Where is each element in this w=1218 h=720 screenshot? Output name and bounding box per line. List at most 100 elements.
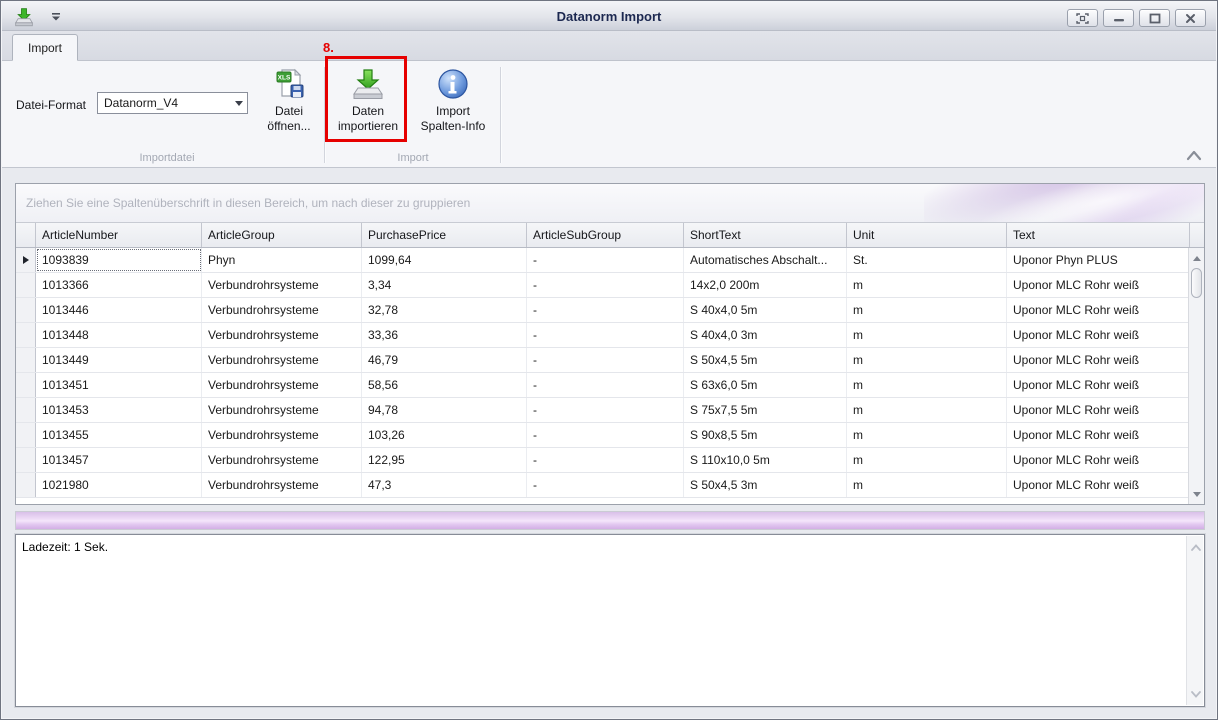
cell-ArticleNumber[interactable]: 1021980 xyxy=(36,473,202,497)
cell-Unit[interactable]: St. xyxy=(847,248,1007,272)
import-data-button[interactable]: Daten importieren xyxy=(331,63,405,153)
cell-Unit[interactable]: m xyxy=(847,298,1007,322)
cell-Text[interactable]: Uponor MLC Rohr weiß xyxy=(1007,448,1190,472)
cell-Text[interactable]: Uponor MLC Rohr weiß xyxy=(1007,298,1190,322)
table-row[interactable]: 1013451Verbundrohrsysteme58,56-S 63x6,0 … xyxy=(16,373,1204,398)
table-row[interactable]: 1013453Verbundrohrsysteme94,78-S 75x7,5 … xyxy=(16,398,1204,423)
cell-ArticleSubGroup[interactable]: - xyxy=(527,348,684,372)
cell-Unit[interactable]: m xyxy=(847,323,1007,347)
chevron-up-icon[interactable] xyxy=(1186,149,1202,162)
column-header-ShortText[interactable]: ShortText xyxy=(684,223,847,247)
cell-Unit[interactable]: m xyxy=(847,448,1007,472)
open-file-button[interactable]: XLS Datei öffnen... xyxy=(254,63,324,153)
cell-ArticleSubGroup[interactable]: - xyxy=(527,298,684,322)
scroll-down-button[interactable] xyxy=(1188,687,1203,701)
cell-ArticleNumber[interactable]: 1013457 xyxy=(36,448,202,472)
column-header-ArticleNumber[interactable]: ArticleNumber xyxy=(36,223,202,247)
cell-ArticleSubGroup[interactable]: - xyxy=(527,473,684,497)
cell-ArticleGroup[interactable]: Verbundrohrsysteme xyxy=(202,348,362,372)
cell-Text[interactable]: Uponor MLC Rohr weiß xyxy=(1007,273,1190,297)
column-header-ArticleGroup[interactable]: ArticleGroup xyxy=(202,223,362,247)
cell-ShortText[interactable]: S 90x8,5 5m xyxy=(684,423,847,447)
cell-ArticleGroup[interactable]: Verbundrohrsysteme xyxy=(202,373,362,397)
column-header-PurchasePrice[interactable]: PurchasePrice xyxy=(362,223,527,247)
cell-Text[interactable]: Uponor MLC Rohr weiß xyxy=(1007,473,1190,497)
column-header-ArticleSubGroup[interactable]: ArticleSubGroup xyxy=(527,223,684,247)
scroll-up-button[interactable] xyxy=(1188,540,1203,554)
cell-PurchasePrice[interactable]: 46,79 xyxy=(362,348,527,372)
cell-ArticleSubGroup[interactable]: - xyxy=(527,323,684,347)
cell-Unit[interactable]: m xyxy=(847,398,1007,422)
cell-ArticleSubGroup[interactable]: - xyxy=(527,248,684,272)
table-row[interactable]: 1013449Verbundrohrsysteme46,79-S 50x4,5 … xyxy=(16,348,1204,373)
cell-ShortText[interactable]: S 63x6,0 5m xyxy=(684,373,847,397)
cell-ShortText[interactable]: S 75x7,5 5m xyxy=(684,398,847,422)
cell-ShortText[interactable]: 14x2,0 200m xyxy=(684,273,847,297)
cell-Text[interactable]: Uponor MLC Rohr weiß xyxy=(1007,423,1190,447)
log-vertical-scrollbar[interactable] xyxy=(1186,536,1203,705)
cell-ShortText[interactable]: S 40x4,0 5m xyxy=(684,298,847,322)
cell-PurchasePrice[interactable]: 122,95 xyxy=(362,448,527,472)
cell-ShortText[interactable]: S 50x4,5 3m xyxy=(684,473,847,497)
column-header-Unit[interactable]: Unit xyxy=(847,223,1007,247)
cell-ArticleSubGroup[interactable]: - xyxy=(527,448,684,472)
cell-ArticleNumber[interactable]: 1013448 xyxy=(36,323,202,347)
cell-ArticleGroup[interactable]: Verbundrohrsysteme xyxy=(202,298,362,322)
cell-PurchasePrice[interactable]: 33,36 xyxy=(362,323,527,347)
cell-ArticleNumber[interactable]: 1013366 xyxy=(36,273,202,297)
column-header-Text[interactable]: Text xyxy=(1007,223,1190,247)
group-by-panel[interactable]: Ziehen Sie eine Spaltenüberschrift in di… xyxy=(16,184,1204,223)
cell-ArticleGroup[interactable]: Verbundrohrsysteme xyxy=(202,448,362,472)
table-row[interactable]: 1093839Phyn1099,64-Automatisches Abschal… xyxy=(16,248,1204,273)
combo-dropdown-button[interactable] xyxy=(231,93,247,113)
cell-PurchasePrice[interactable]: 94,78 xyxy=(362,398,527,422)
scroll-up-button[interactable] xyxy=(1189,250,1204,266)
cell-Unit[interactable]: m xyxy=(847,473,1007,497)
cell-Unit[interactable]: m xyxy=(847,423,1007,447)
cell-ArticleSubGroup[interactable]: - xyxy=(527,398,684,422)
cell-ArticleNumber[interactable]: 1093839 xyxy=(36,248,202,272)
cell-Text[interactable]: Uponor MLC Rohr weiß xyxy=(1007,398,1190,422)
cell-Text[interactable]: Uponor Phyn PLUS xyxy=(1007,248,1190,272)
cell-ShortText[interactable]: S 40x4,0 3m xyxy=(684,323,847,347)
cell-ArticleNumber[interactable]: 1013453 xyxy=(36,398,202,422)
close-button[interactable] xyxy=(1175,9,1206,27)
table-row[interactable]: 1013455Verbundrohrsysteme103,26-S 90x8,5… xyxy=(16,423,1204,448)
cell-ShortText[interactable]: S 110x10,0 5m xyxy=(684,448,847,472)
cell-Text[interactable]: Uponor MLC Rohr weiß xyxy=(1007,323,1190,347)
tab-import[interactable]: Import xyxy=(12,34,78,61)
table-row[interactable]: 1013448Verbundrohrsysteme33,36-S 40x4,0 … xyxy=(16,323,1204,348)
cell-ArticleGroup[interactable]: Verbundrohrsysteme xyxy=(202,423,362,447)
cell-ArticleGroup[interactable]: Verbundrohrsysteme xyxy=(202,323,362,347)
cell-ArticleSubGroup[interactable]: - xyxy=(527,373,684,397)
cell-Text[interactable]: Uponor MLC Rohr weiß xyxy=(1007,373,1190,397)
cell-ArticleNumber[interactable]: 1013449 xyxy=(36,348,202,372)
cell-ArticleNumber[interactable]: 1013451 xyxy=(36,373,202,397)
cell-PurchasePrice[interactable]: 32,78 xyxy=(362,298,527,322)
cell-PurchasePrice[interactable]: 103,26 xyxy=(362,423,527,447)
scroll-down-button[interactable] xyxy=(1189,486,1204,502)
cell-ShortText[interactable]: S 50x4,5 5m xyxy=(684,348,847,372)
table-row[interactable]: 1021980Verbundrohrsysteme47,3-S 50x4,5 3… xyxy=(16,473,1204,498)
import-column-info-button[interactable]: Import Spalten-Info xyxy=(409,63,497,153)
cell-ArticleNumber[interactable]: 1013455 xyxy=(36,423,202,447)
cell-ArticleNumber[interactable]: 1013446 xyxy=(36,298,202,322)
cell-ArticleSubGroup[interactable]: - xyxy=(527,423,684,447)
minimize-button[interactable] xyxy=(1103,9,1134,27)
cell-Unit[interactable]: m xyxy=(847,373,1007,397)
table-row[interactable]: 1013446Verbundrohrsysteme32,78-S 40x4,0 … xyxy=(16,298,1204,323)
cell-ArticleGroup[interactable]: Verbundrohrsysteme xyxy=(202,273,362,297)
table-row[interactable]: 1013366Verbundrohrsysteme3,34-14x2,0 200… xyxy=(16,273,1204,298)
file-format-combobox[interactable]: Datanorm_V4 xyxy=(97,92,248,114)
scrollbar-thumb[interactable] xyxy=(1191,268,1202,298)
cell-PurchasePrice[interactable]: 3,34 xyxy=(362,273,527,297)
cell-ShortText[interactable]: Automatisches Abschalt... xyxy=(684,248,847,272)
cell-Unit[interactable]: m xyxy=(847,348,1007,372)
log-output-box[interactable]: Ladezeit: 1 Sek. xyxy=(15,534,1205,707)
cell-ArticleGroup[interactable]: Verbundrohrsysteme xyxy=(202,473,362,497)
cell-PurchasePrice[interactable]: 58,56 xyxy=(362,373,527,397)
grid-vertical-scrollbar[interactable] xyxy=(1188,248,1204,504)
cell-PurchasePrice[interactable]: 47,3 xyxy=(362,473,527,497)
cell-ArticleSubGroup[interactable]: - xyxy=(527,273,684,297)
table-row[interactable]: 1013457Verbundrohrsysteme122,95-S 110x10… xyxy=(16,448,1204,473)
